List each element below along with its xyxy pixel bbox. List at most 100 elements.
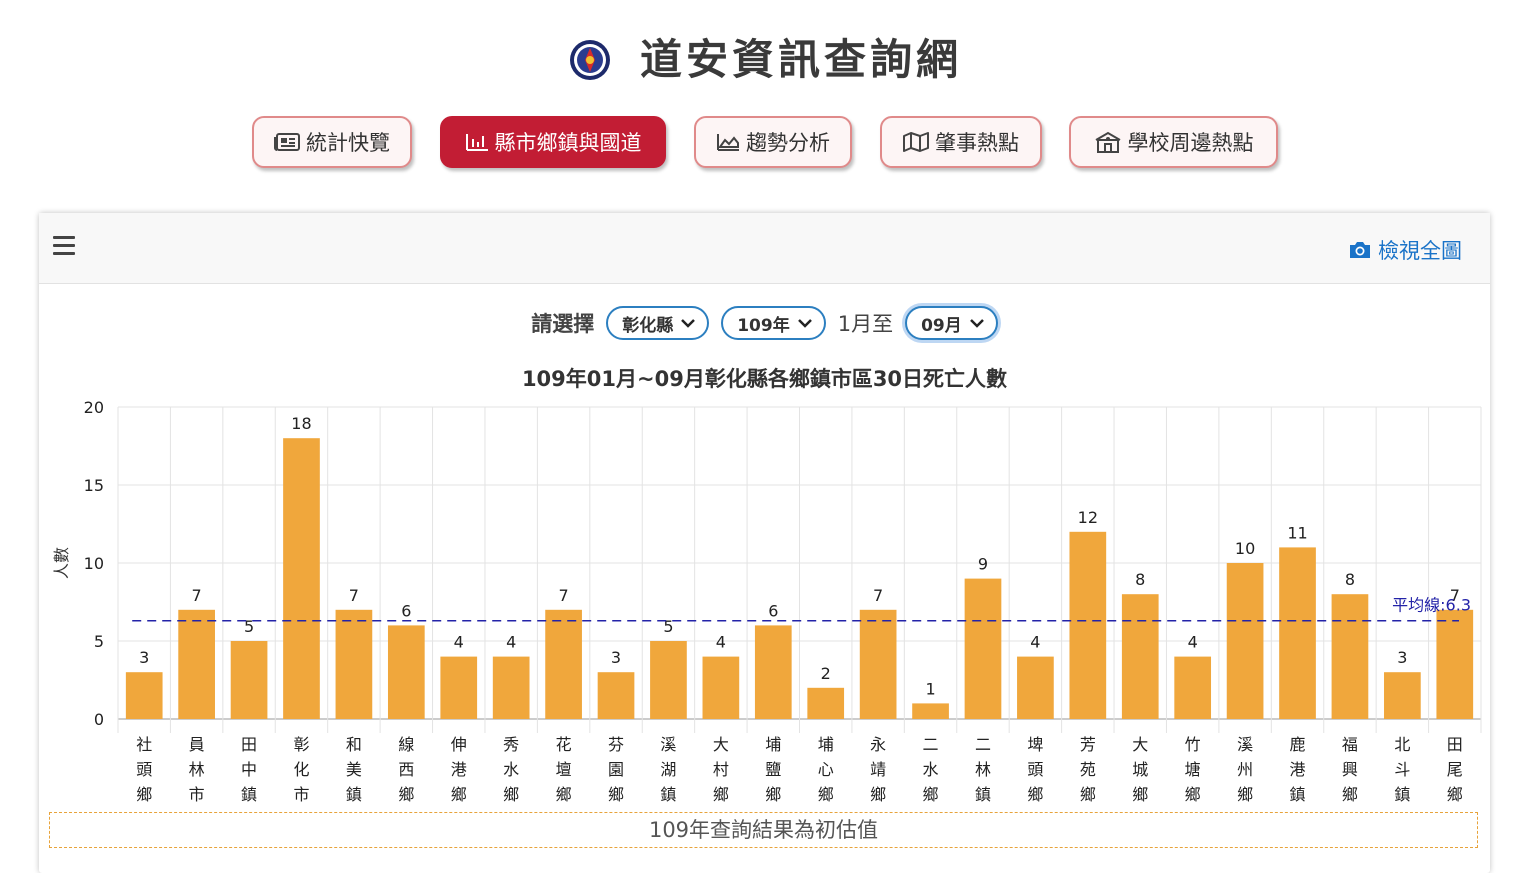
- x-tick-label: 線西鄉: [398, 735, 414, 804]
- bar-17[interactable]: [1017, 656, 1054, 719]
- bar-1[interactable]: [178, 609, 215, 719]
- bar-15[interactable]: [912, 703, 949, 719]
- data-label: 7: [873, 586, 883, 605]
- main-nav: 統計快覽 縣市鄉鎮與國道 趨勢分析 肇事熱點 學校周邊熱點: [0, 116, 1515, 172]
- bar-13[interactable]: [807, 687, 845, 719]
- data-label: 4: [716, 633, 726, 652]
- x-tick-label: 社頭鄉: [136, 735, 152, 804]
- bar-7[interactable]: [492, 656, 530, 719]
- bar-18[interactable]: [1069, 531, 1107, 719]
- data-label: 3: [139, 648, 149, 667]
- nav-item-label: 縣市鄉鎮與國道: [494, 131, 642, 155]
- nav-item-label: 肇事熱點: [935, 131, 1019, 155]
- bar-8[interactable]: [545, 609, 582, 719]
- x-tick-label: 彰化市: [293, 735, 309, 804]
- x-tick-label: 和美鎮: [346, 735, 362, 804]
- data-label: 4: [1030, 633, 1040, 652]
- bar-16[interactable]: [964, 578, 1002, 719]
- x-tick-label: 埔鹽鄉: [765, 735, 781, 804]
- data-label: 18: [291, 414, 311, 433]
- data-label: 11: [1287, 523, 1307, 542]
- bar-21[interactable]: [1226, 563, 1264, 719]
- y-axis-label: 人數: [52, 547, 71, 579]
- bar-2[interactable]: [230, 641, 268, 719]
- bar-6[interactable]: [440, 656, 478, 719]
- newspaper-icon: [274, 133, 300, 151]
- y-tick-label: 10: [84, 554, 104, 573]
- data-label: 8: [1135, 570, 1145, 589]
- data-label: 7: [192, 586, 202, 605]
- bar-chart: 05101520人數3社頭鄉7員林市5田中鎮18彰化市7和美鎮6線西鄉4伸港鄉4…: [52, 398, 1482, 804]
- x-tick-label: 二水鄉: [923, 735, 939, 804]
- bar-9[interactable]: [597, 672, 635, 719]
- data-label: 12: [1078, 508, 1098, 527]
- bar-0[interactable]: [125, 672, 163, 719]
- data-label: 4: [506, 633, 516, 652]
- x-tick-label: 秀水鄉: [503, 735, 519, 804]
- data-label: 9: [978, 555, 988, 574]
- x-tick-label: 溪州鄉: [1237, 735, 1253, 804]
- nav-item-label: 統計快覽: [306, 131, 390, 155]
- x-tick-label: 大城鄉: [1132, 735, 1148, 804]
- nav-trend-analysis[interactable]: 趨勢分析: [694, 116, 852, 168]
- data-label: 4: [1188, 633, 1198, 652]
- data-label: 2: [821, 664, 831, 683]
- x-tick-label: 芬園鄉: [608, 735, 624, 804]
- bar-10[interactable]: [650, 641, 687, 719]
- x-tick-label: 員林市: [189, 735, 205, 804]
- nav-stats-overview[interactable]: 統計快覽: [252, 116, 412, 168]
- data-label: 3: [611, 648, 621, 667]
- nav-item-label: 趨勢分析: [746, 131, 830, 155]
- data-label: 4: [454, 633, 464, 652]
- bar-24[interactable]: [1384, 672, 1421, 719]
- data-label: 3: [1397, 648, 1407, 667]
- bar-22[interactable]: [1279, 547, 1316, 719]
- nav-county-township[interactable]: 縣市鄉鎮與國道: [440, 116, 666, 168]
- bar-12[interactable]: [754, 625, 792, 719]
- site-header: 道安資訊查詢網: [0, 28, 1515, 92]
- data-label: 5: [244, 617, 254, 636]
- x-tick-label: 埔心鄉: [818, 735, 834, 804]
- x-tick-label: 花壇鄉: [556, 735, 572, 804]
- x-tick-label: 永靖鄉: [870, 735, 886, 804]
- bar-14[interactable]: [859, 609, 897, 719]
- data-label: 8: [1345, 570, 1355, 589]
- x-tick-label: 田中鎮: [241, 735, 257, 804]
- chart-panel: 檢視全圖 請選擇 彰化縣 109年 1月至 09月 109年01月~09月彰化縣…: [39, 213, 1490, 873]
- site-title: 道安資訊查詢網: [640, 35, 963, 84]
- data-label: 7: [559, 586, 569, 605]
- bar-20[interactable]: [1174, 656, 1212, 719]
- bar-23[interactable]: [1331, 594, 1369, 719]
- bar-3[interactable]: [283, 438, 320, 719]
- data-label: 10: [1235, 539, 1255, 558]
- x-tick-label: 田尾鄉: [1447, 735, 1463, 804]
- x-tick-label: 北斗鎮: [1394, 735, 1410, 804]
- y-tick-label: 15: [84, 476, 104, 495]
- bar-4[interactable]: [335, 609, 373, 719]
- average-line-label: 平均線:6.3: [1392, 596, 1471, 615]
- y-tick-label: 20: [84, 398, 104, 417]
- nav-school-hotspots[interactable]: 學校周邊熱點: [1069, 116, 1278, 168]
- data-label: 5: [663, 617, 673, 636]
- x-tick-label: 溪湖鎮: [660, 735, 676, 804]
- school-icon: [1094, 131, 1121, 153]
- y-tick-label: 0: [94, 710, 104, 729]
- area-chart-icon: [717, 134, 739, 151]
- data-label: 6: [768, 601, 778, 620]
- bar-5[interactable]: [387, 625, 425, 719]
- nav-item-label: 學校周邊熱點: [1127, 131, 1254, 155]
- x-tick-label: 埤頭鄉: [1027, 735, 1043, 804]
- x-tick-label: 福興鄉: [1342, 735, 1358, 804]
- bar-chart-icon: [465, 134, 488, 151]
- bar-19[interactable]: [1121, 594, 1159, 719]
- x-tick-label: 大村鄉: [713, 735, 729, 804]
- x-tick-label: 竹塘鄉: [1185, 735, 1201, 804]
- x-tick-label: 二林鎮: [975, 735, 991, 804]
- nav-accident-hotspots[interactable]: 肇事熱點: [880, 116, 1042, 168]
- data-label: 7: [349, 586, 359, 605]
- bar-25[interactable]: [1436, 609, 1474, 719]
- data-label: 1: [925, 679, 935, 698]
- data-label: 6: [401, 601, 411, 620]
- preliminary-note: 109年查詢結果為初估值: [49, 812, 1478, 848]
- bar-11[interactable]: [702, 656, 740, 719]
